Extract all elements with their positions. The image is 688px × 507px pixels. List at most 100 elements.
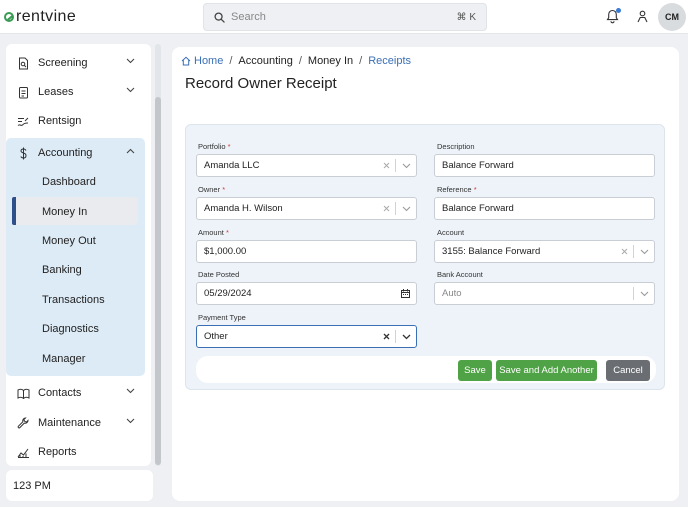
date-posted-input[interactable]: 05/29/2024 [196,282,417,305]
breadcrumb: Home / Accounting / Money In / Receipts [181,55,411,67]
owner-label: Owner * [198,185,226,194]
logo-mark-icon [4,12,14,22]
search-input[interactable] [231,11,457,23]
portfolio-value: Amanda LLC [204,160,260,171]
chevron-down-icon[interactable] [402,206,411,212]
sidebar-item-screening[interactable]: Screening [6,49,151,77]
logo-text: rentvine [16,8,77,25]
clear-icon[interactable] [383,333,390,340]
time-display: 123 PM [6,470,153,501]
receipt-form: Portfolio * Amanda LLC Owner * Amanda H.… [185,124,665,390]
home-icon [181,56,191,66]
sidebar-sub-diagnostics[interactable]: Diagnostics [42,315,99,343]
chevron-down-icon [126,388,135,394]
leases-icon [18,86,28,98]
calendar-icon[interactable] [401,289,410,298]
sidebar-item-rentsign[interactable]: Rentsign [6,107,151,135]
clear-icon[interactable] [383,205,390,212]
sidebar-item-reports[interactable]: Reports [6,438,151,466]
time-text: 123 PM [13,479,51,492]
chevron-down-icon [126,418,135,424]
chevron-down-icon[interactable] [640,249,649,255]
description-label: Description [437,142,475,151]
sidebar: Screening Leases Rentsign Accounting Das… [6,44,151,466]
rentsign-icon [17,117,29,126]
chevron-up-icon [126,148,135,154]
sidebar-sub-transactions[interactable]: Transactions [42,286,105,314]
page-title: Record Owner Receipt [185,75,337,92]
top-bar: rentvine ⌘ K CM [0,0,688,34]
breadcrumb-separator: / [298,55,302,67]
account-value: 3155: Balance Forward [442,246,541,257]
chevron-down-icon [126,87,135,93]
main-panel: Home / Accounting / Money In / Receipts … [172,47,679,501]
bank-account-label: Bank Account [437,270,483,279]
notifications-button[interactable] [606,8,621,27]
breadcrumb-separator: / [229,55,233,67]
screening-icon [18,57,28,69]
sidebar-item-label: Rentsign [38,115,82,127]
sidebar-item-label: Accounting [38,147,93,159]
reference-value: Balance Forward [442,203,514,214]
description-value: Balance Forward [442,160,514,171]
sidebar-sub-dashboard[interactable]: Dashboard [42,168,96,196]
sidebar-item-label: Reports [38,446,77,458]
wrench-icon [17,417,29,429]
breadcrumb-separator: / [359,55,363,67]
sidebar-item-leases[interactable]: Leases [6,78,151,106]
payment-type-value: Other [204,331,228,342]
notification-dot [616,8,621,13]
sidebar-item-accounting[interactable]: Accounting [6,139,151,167]
search-icon [214,11,225,23]
owner-value: Amanda H. Wilson [204,203,283,214]
save-and-add-another-button[interactable]: Save and Add Another [496,360,597,381]
save-button[interactable]: Save [458,360,492,381]
chevron-down-icon [126,58,135,64]
sidebar-sub-money-out[interactable]: Money Out [42,227,96,255]
account-label: Account [437,228,465,237]
chevron-down-icon[interactable] [640,291,649,297]
portfolio-select[interactable]: Amanda LLC [196,154,417,177]
sidebar-item-label: Contacts [38,387,82,399]
sidebar-item-contacts[interactable]: Contacts [6,379,151,407]
payment-type-label: Payment Type [198,313,246,322]
search-shortcut: ⌘ K [456,11,476,23]
reports-icon [17,448,29,458]
breadcrumb-accounting[interactable]: Accounting [238,55,292,67]
sidebar-item-label: Leases [38,86,74,98]
sidebar-item-label: Maintenance [38,417,101,429]
chevron-down-icon[interactable] [402,334,411,340]
sidebar-sub-banking[interactable]: Banking [42,256,82,284]
description-input[interactable]: Balance Forward [434,154,655,177]
payment-type-select[interactable]: Other [196,325,417,348]
chevron-down-icon[interactable] [402,163,411,169]
sidebar-item-maintenance[interactable]: Maintenance [6,409,151,437]
contacts-icon [17,388,29,399]
amount-input[interactable]: $1,000.00 [196,240,417,263]
clear-icon[interactable] [621,248,628,255]
breadcrumb-home[interactable]: Home [194,55,223,67]
people-button[interactable] [637,10,648,26]
clear-icon[interactable] [383,162,390,169]
sidebar-sub-money-in[interactable]: Money In [42,198,87,226]
portfolio-label: Portfolio * [198,142,231,151]
reference-label: Reference * [437,185,477,194]
bank-account-placeholder: Auto [442,288,462,299]
breadcrumb-money-in[interactable]: Money In [308,55,353,67]
cancel-button[interactable]: Cancel [606,360,650,381]
date-posted-label: Date Posted [198,270,240,279]
amount-value: $1,000.00 [204,246,247,257]
owner-select[interactable]: Amanda H. Wilson [196,197,417,220]
sidebar-sub-manager[interactable]: Manager [42,345,85,373]
search-bar[interactable]: ⌘ K [203,3,487,31]
sidebar-scrollbar[interactable] [155,97,161,465]
account-select[interactable]: 3155: Balance Forward [434,240,655,263]
person-icon [637,10,648,23]
user-avatar[interactable]: CM [658,3,686,31]
breadcrumb-receipts[interactable]: Receipts [368,55,411,67]
bank-account-select[interactable]: Auto [434,282,655,305]
amount-label: Amount * [198,228,229,237]
reference-input[interactable]: Balance Forward [434,197,655,220]
rentvine-logo[interactable]: rentvine [4,8,76,26]
dollar-icon [19,147,27,159]
